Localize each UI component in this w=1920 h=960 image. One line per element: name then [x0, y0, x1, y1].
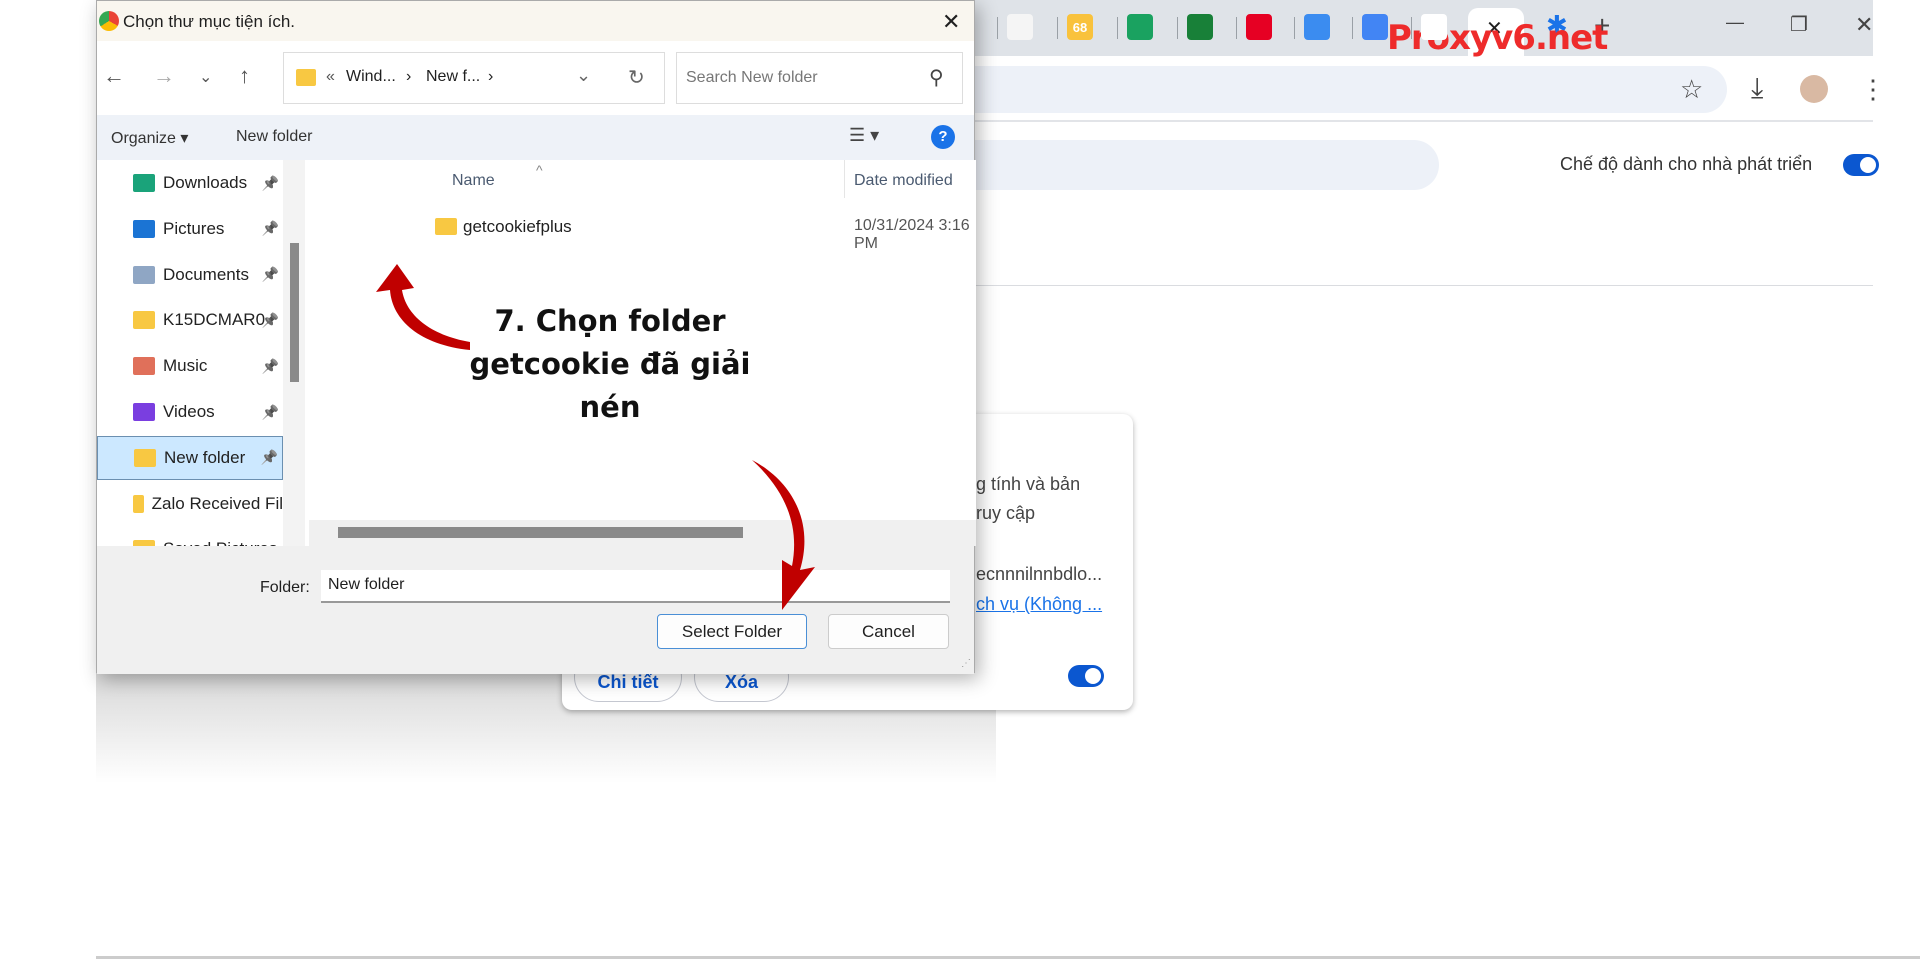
tab-separator	[997, 17, 998, 39]
tab-plus-circle-icon[interactable]	[1127, 14, 1153, 40]
annotation-line-2: getcookie đã giải nén	[469, 347, 751, 424]
tab-separator	[1411, 17, 1412, 39]
arrow-to-select-button-icon	[752, 460, 815, 610]
tab-label: 68	[1072, 19, 1088, 35]
annotation-line-1: 7. Chọn folder	[494, 304, 726, 338]
tab-separator	[1117, 17, 1118, 39]
tab-separator	[1294, 17, 1295, 39]
tab-68-icon[interactable]: 68	[1067, 14, 1093, 40]
tab-runner-icon[interactable]	[1304, 14, 1330, 40]
tab-separator	[1236, 17, 1237, 39]
tab-separator	[1352, 17, 1353, 39]
tab-separator	[1057, 17, 1058, 39]
tab-pinterest-icon[interactable]	[1246, 14, 1272, 40]
annotation-arrows	[376, 264, 815, 610]
tab-sheets-icon[interactable]	[1187, 14, 1213, 40]
tab-docs-icon[interactable]	[1362, 14, 1388, 40]
instruction-annotation: 7. Chọn folder getcookie đã giải nén	[440, 300, 780, 429]
tab-google-icon[interactable]	[1421, 14, 1447, 40]
tab-news-icon[interactable]	[1007, 14, 1033, 40]
tab-separator	[1177, 17, 1178, 39]
